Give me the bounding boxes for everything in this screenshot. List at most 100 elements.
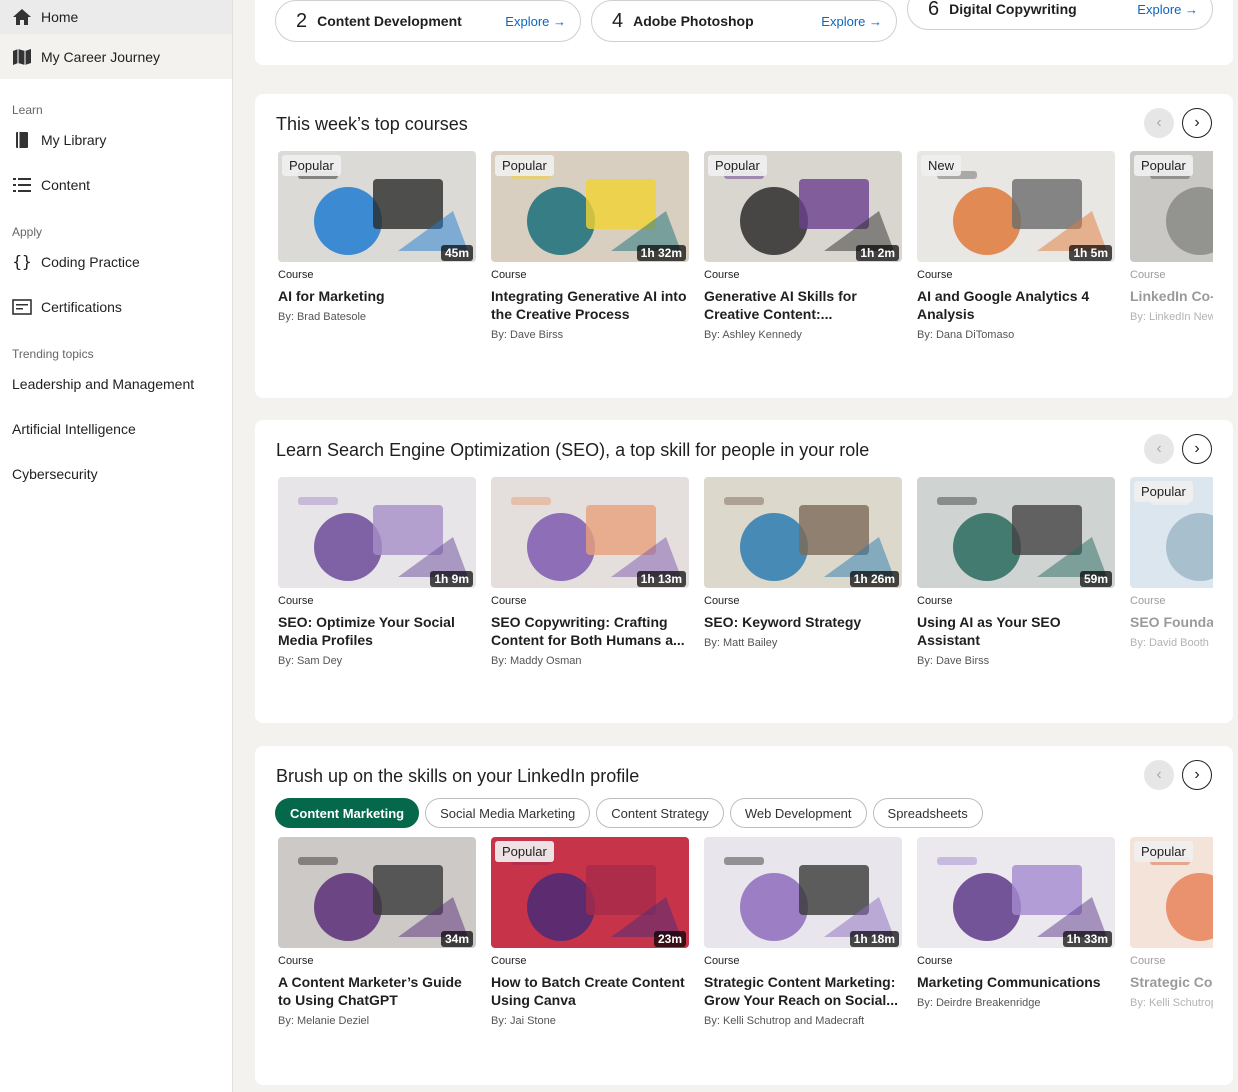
course-duration: 1h 2m xyxy=(856,245,899,261)
course-card[interactable]: Popular 1h 32m Course Integrating Generativ… xyxy=(491,151,689,341)
course-badge: Popular xyxy=(1134,481,1193,502)
course-duration: 1h 33m xyxy=(1062,931,1112,947)
course-card[interactable]: 1h 13m Course SEO Copywriting: Crafting Co… xyxy=(491,477,689,667)
map-icon xyxy=(12,47,32,67)
course-thumbnail[interactable]: New 1h 5m xyxy=(917,151,1115,262)
course-card[interactable]: Popular Course LinkedIn Co-Hoffman on By: L… xyxy=(1130,151,1213,323)
course-thumbnail[interactable]: 1h 9m xyxy=(278,477,476,588)
course-card[interactable]: 1h 18m Course Strategic Content Marketing:… xyxy=(704,837,902,1027)
course-thumbnail[interactable]: 59m xyxy=(917,477,1115,588)
seo-section: Learn Search Engine Optimization (SEO), … xyxy=(255,420,1233,723)
course-title[interactable]: Using AI as Your SEO Assistant xyxy=(917,613,1115,649)
course-title[interactable]: A Content Marketer’s Guide to Using Chat… xyxy=(278,973,476,1009)
sidebar-item-certifications[interactable]: Certifications xyxy=(0,284,232,329)
course-title[interactable]: AI and Google Analytics 4 Analysis xyxy=(917,287,1115,323)
carousel-prev-button[interactable]: ‹ xyxy=(1144,434,1174,464)
skill-pill[interactable]: 6 Digital Copywriting Explore → xyxy=(907,0,1213,30)
carousel-prev-button[interactable]: ‹ xyxy=(1144,760,1174,790)
course-thumbnail[interactable]: Popular 1h 2m xyxy=(704,151,902,262)
explore-link[interactable]: Explore → xyxy=(821,14,882,29)
course-card[interactable]: 59m Course Using AI as Your SEO Assistant B… xyxy=(917,477,1115,667)
course-thumbnail[interactable]: 1h 33m xyxy=(917,837,1115,948)
course-duration: 1h 18m xyxy=(849,931,899,947)
course-badge: Popular xyxy=(495,841,554,862)
chip-social-media-marketing[interactable]: Social Media Marketing xyxy=(425,798,591,828)
sidebar-topic-ai[interactable]: Artificial Intelligence xyxy=(0,406,232,451)
course-title[interactable]: SEO: Keyword Strategy xyxy=(704,613,902,631)
course-duration: 59m xyxy=(1079,571,1112,587)
chip-web-development[interactable]: Web Development xyxy=(729,798,867,828)
course-title[interactable]: LinkedIn Co-Hoffman on xyxy=(1130,287,1213,305)
course-title[interactable]: Strategic Cor Attract, Enga xyxy=(1130,973,1213,991)
carousel-prev-button[interactable]: ‹ xyxy=(1144,108,1174,138)
explore-link[interactable]: Explore → xyxy=(505,14,566,29)
home-icon xyxy=(12,7,32,27)
course-thumbnail[interactable]: 34m xyxy=(278,837,476,948)
course-title[interactable]: How to Batch Create Content Using Canva xyxy=(491,973,689,1009)
sidebar-item-content[interactable]: Content xyxy=(0,162,232,207)
course-duration: 1h 9m xyxy=(430,571,473,587)
course-card[interactable]: 1h 9m Course SEO: Optimize Your Social Med… xyxy=(278,477,476,667)
course-badge: Popular xyxy=(1134,841,1193,862)
course-thumbnail[interactable]: Popular xyxy=(1130,837,1213,948)
skill-pill[interactable]: 2 Content Development Explore → xyxy=(275,0,581,42)
course-badge: Popular xyxy=(282,155,341,176)
course-card[interactable]: Popular 1h 2m Course Generative AI Skills f… xyxy=(704,151,902,341)
course-title[interactable]: Marketing Communications xyxy=(917,973,1115,991)
course-title[interactable]: Generative AI Skills for Creative Conten… xyxy=(704,287,902,323)
carousel-next-button[interactable]: › xyxy=(1182,108,1212,138)
course-card[interactable]: Popular 45m Course AI for Marketing By: Brad… xyxy=(278,151,476,323)
course-duration: 1h 32m xyxy=(636,245,686,261)
course-card[interactable]: New 1h 5m Course AI and Google Analytics 4 … xyxy=(917,151,1115,341)
course-title[interactable]: SEO Copywriting: Crafting Content for Bo… xyxy=(491,613,689,649)
sidebar-item-home[interactable]: Home xyxy=(0,0,232,34)
skill-filter-chips: Content Marketing Social Media Marketing… xyxy=(275,798,983,828)
course-duration: 45m xyxy=(440,245,473,261)
course-title[interactable]: SEO Foundat xyxy=(1130,613,1213,631)
course-thumbnail[interactable]: Popular 45m xyxy=(278,151,476,262)
sidebar-topic-cybersecurity[interactable]: Cybersecurity xyxy=(0,451,232,496)
course-title[interactable]: SEO: Optimize Your Social Media Profiles xyxy=(278,613,476,649)
course-type: Course xyxy=(278,595,314,607)
course-thumbnail[interactable]: 1h 13m xyxy=(491,477,689,588)
course-author: By: Jai Stone xyxy=(491,1015,556,1027)
sidebar-item-label: Home xyxy=(41,9,79,25)
certificate-icon xyxy=(12,297,32,317)
chip-content-strategy[interactable]: Content Strategy xyxy=(596,798,724,828)
course-title[interactable]: Integrating Generative AI into the Creat… xyxy=(491,287,689,323)
chip-spreadsheets[interactable]: Spreadsheets xyxy=(872,798,983,828)
sidebar-item-coding[interactable]: {} Coding Practice xyxy=(0,239,232,284)
course-author: By: Melanie Deziel xyxy=(278,1015,370,1027)
course-thumbnail[interactable]: Popular xyxy=(1130,151,1213,262)
course-card[interactable]: Popular 23m Course How to Batch Create Cont… xyxy=(491,837,689,1027)
explore-link[interactable]: Explore → xyxy=(1137,2,1198,17)
course-author: By: Kelli Schutrop and Madecraft xyxy=(704,1015,865,1027)
course-badge: Popular xyxy=(708,155,767,176)
carousel-next-button[interactable]: › xyxy=(1182,434,1212,464)
skill-pill[interactable]: 4 Adobe Photoshop Explore → xyxy=(591,0,897,42)
course-card[interactable]: 1h 33m Course Marketing Communications By: … xyxy=(917,837,1115,1009)
chip-content-marketing[interactable]: Content Marketing xyxy=(275,798,420,828)
course-author: By: David Booth xyxy=(1130,637,1209,649)
course-badge: Popular xyxy=(495,155,554,176)
course-card[interactable]: 1h 26m Course SEO: Keyword Strategy By: Mat… xyxy=(704,477,902,649)
course-card[interactable]: Popular Course SEO Foundat By: David Booth xyxy=(1130,477,1213,649)
course-thumbnail[interactable]: Popular 23m xyxy=(491,837,689,948)
course-thumbnail[interactable]: Popular 1h 32m xyxy=(491,151,689,262)
carousel-next-button[interactable]: › xyxy=(1182,760,1212,790)
course-thumbnail[interactable]: Popular xyxy=(1130,477,1213,588)
sidebar-item-career[interactable]: My Career Journey xyxy=(0,34,232,79)
course-type: Course xyxy=(704,595,740,607)
course-type: Course xyxy=(1130,595,1166,607)
course-thumbnail[interactable]: 1h 26m xyxy=(704,477,902,588)
sidebar-item-library[interactable]: My Library xyxy=(0,117,232,162)
course-type: Course xyxy=(278,269,314,281)
course-card[interactable]: Popular Course Strategic Cor Attract, Enga… xyxy=(1130,837,1213,1009)
course-type: Course xyxy=(917,595,953,607)
course-thumbnail[interactable]: 1h 18m xyxy=(704,837,902,948)
sidebar-item-label: My Career Journey xyxy=(41,48,161,65)
course-title[interactable]: AI for Marketing xyxy=(278,287,476,305)
course-title[interactable]: Strategic Content Marketing: Grow Your R… xyxy=(704,973,902,1009)
sidebar-topic-leadership[interactable]: Leadership and Management xyxy=(0,361,232,406)
course-card[interactable]: 34m Course A Content Marketer’s Guide to U… xyxy=(278,837,476,1027)
